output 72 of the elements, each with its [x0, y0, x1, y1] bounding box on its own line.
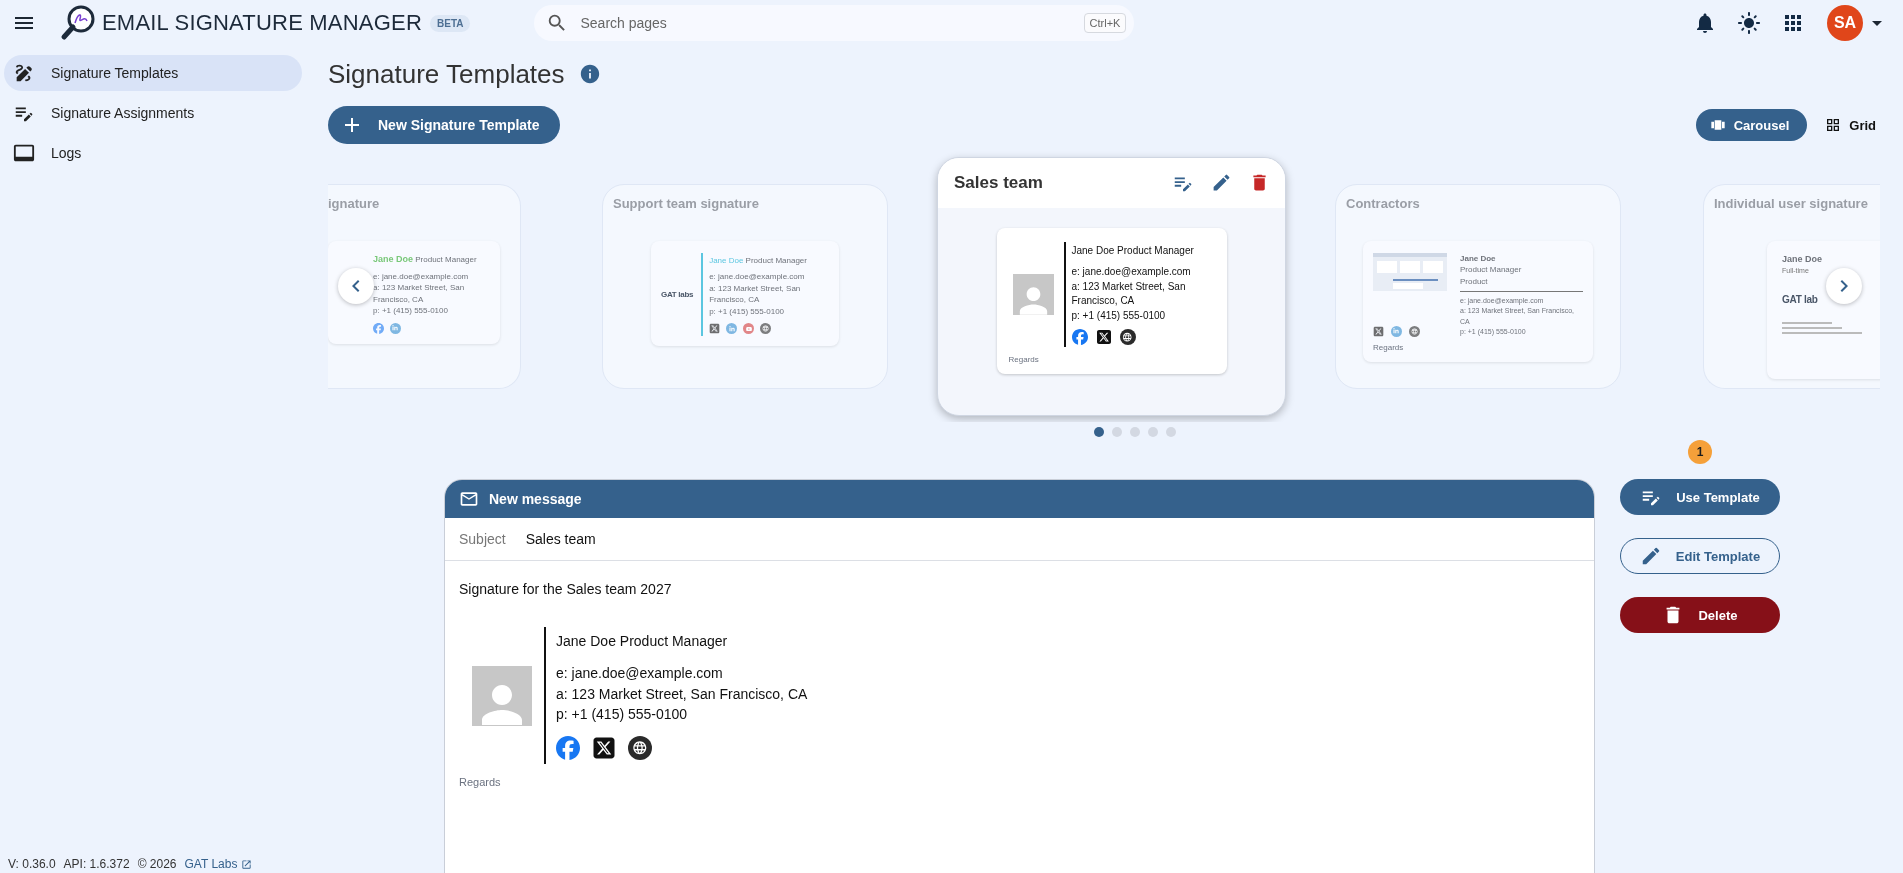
- signature-line: a: 123 Market Street, San Francisco, CA: [556, 684, 808, 704]
- action-button[interactable]: Delete: [1620, 597, 1780, 633]
- template-card[interactable]: Support team signature GAT labs Jane Doe Product Manager e: jane.doe@example.com a: 123 Market Street, San Francisco, CA p: +1 (415) 555-0100: [602, 183, 888, 389]
- signature-line: p: +1 (415) 555-0100: [709, 305, 786, 318]
- sidebar-item[interactable]: Logs: [4, 135, 302, 171]
- copyright-text: © 2026: [137, 857, 177, 871]
- closing-text: Regards: [459, 776, 502, 789]
- closing-text: Regards: [1008, 355, 1040, 364]
- shortcut-hint: Ctrl+K: [1083, 13, 1127, 33]
- app-title: EMAIL SIGNATURE MANAGER: [102, 10, 422, 36]
- grid-icon: [1825, 117, 1842, 133]
- carousel-dot[interactable]: [1166, 427, 1176, 437]
- carousel-dot[interactable]: [1148, 427, 1158, 437]
- page-title: Signature Templates: [328, 58, 565, 90]
- facebook-icon[interactable]: [1071, 329, 1088, 345]
- sidebar-item[interactable]: Signature Assignments: [4, 95, 302, 131]
- closing-text: Regards: [1373, 342, 1405, 352]
- template-card[interactable]: Sales team Jane Doe Product Manager e: jane.doe@example.com a: 123 Market Street, San Francisco, CA p: +1 (415) 555-0100 Regards: [937, 156, 1286, 416]
- signature-name: Jane Doe Product Manager: [1071, 243, 1195, 258]
- avatar-placeholder: [472, 665, 532, 726]
- external-link-icon: [241, 858, 253, 870]
- card-title: Support team signature: [613, 196, 759, 211]
- signature-line: p: +1 (415) 555-0100: [556, 704, 689, 724]
- signature-line: p: +1 (415) 555-0100: [373, 305, 449, 317]
- signature-department: Product: [1460, 275, 1489, 288]
- signature-line: e: jane.doe@example.com: [373, 270, 470, 283]
- facebook-icon[interactable]: [556, 736, 580, 761]
- carousel-dot[interactable]: [1112, 427, 1122, 437]
- count-badge: 1: [1688, 440, 1712, 464]
- user-avatar[interactable]: SA: [1827, 5, 1863, 41]
- new-template-button[interactable]: New Signature Template: [328, 106, 560, 144]
- sun-icon[interactable]: [1737, 11, 1761, 35]
- card-title: Contractors: [1346, 196, 1420, 211]
- card-title: Sales team: [954, 172, 1043, 193]
- signature-role: Product Manager: [1460, 264, 1523, 276]
- carousel-icon: [1709, 117, 1726, 133]
- api-version-text: API: 1.6.372: [63, 857, 130, 871]
- logo-text: GAT lab: [1782, 293, 1819, 305]
- logo-text: GAT labs: [661, 290, 695, 299]
- signature-name: Jane Doe: [1782, 252, 1824, 266]
- signature-name: Jane Doe Product Manager: [709, 254, 808, 267]
- signature-line: e: jane.doe@example.com: [1071, 265, 1192, 279]
- signature-line: p: +1 (415) 555-0100: [1071, 308, 1167, 323]
- subject-label: Subject: [459, 531, 506, 547]
- signature-name: Jane Doe Product Manager: [373, 252, 478, 266]
- sidebar-item[interactable]: Signature Templates: [4, 55, 302, 91]
- x-icon[interactable]: [1095, 329, 1112, 345]
- signature-pen-icon: [13, 62, 35, 84]
- carousel-dot[interactable]: [1094, 427, 1104, 437]
- signature-name: Jane Doe Product Manager: [556, 632, 729, 651]
- globe-icon[interactable]: [628, 736, 652, 761]
- label-icon: [13, 142, 35, 164]
- version-text: V: 0.36.0: [8, 857, 56, 871]
- x-icon[interactable]: [592, 736, 616, 761]
- company-link[interactable]: GAT Labs: [184, 857, 253, 871]
- signature-name: Jane Doe: [1460, 252, 1497, 265]
- globe-icon[interactable]: [1119, 329, 1136, 345]
- carousel-dot[interactable]: [1130, 427, 1140, 437]
- card-title: Individual user signature: [1714, 196, 1868, 211]
- signature-line: e: jane.doe@example.com: [709, 271, 806, 283]
- mail-icon: [459, 489, 479, 509]
- message-text: Signature for the Sales team 2027: [459, 581, 673, 597]
- youtube-icon[interactable]: [743, 323, 755, 335]
- message-title: New message: [489, 491, 582, 507]
- card-title: ignature: [328, 196, 380, 211]
- beta-badge: BETA: [430, 14, 471, 32]
- info-icon[interactable]: [578, 63, 601, 85]
- signature-line: e: jane.doe@example.com: [556, 664, 724, 684]
- subject-text: Sales team: [525, 531, 596, 547]
- avatar-placeholder: [1012, 273, 1054, 315]
- view-tab[interactable]: Grid: [1821, 109, 1880, 141]
- view-tab[interactable]: Carousel: [1695, 109, 1808, 141]
